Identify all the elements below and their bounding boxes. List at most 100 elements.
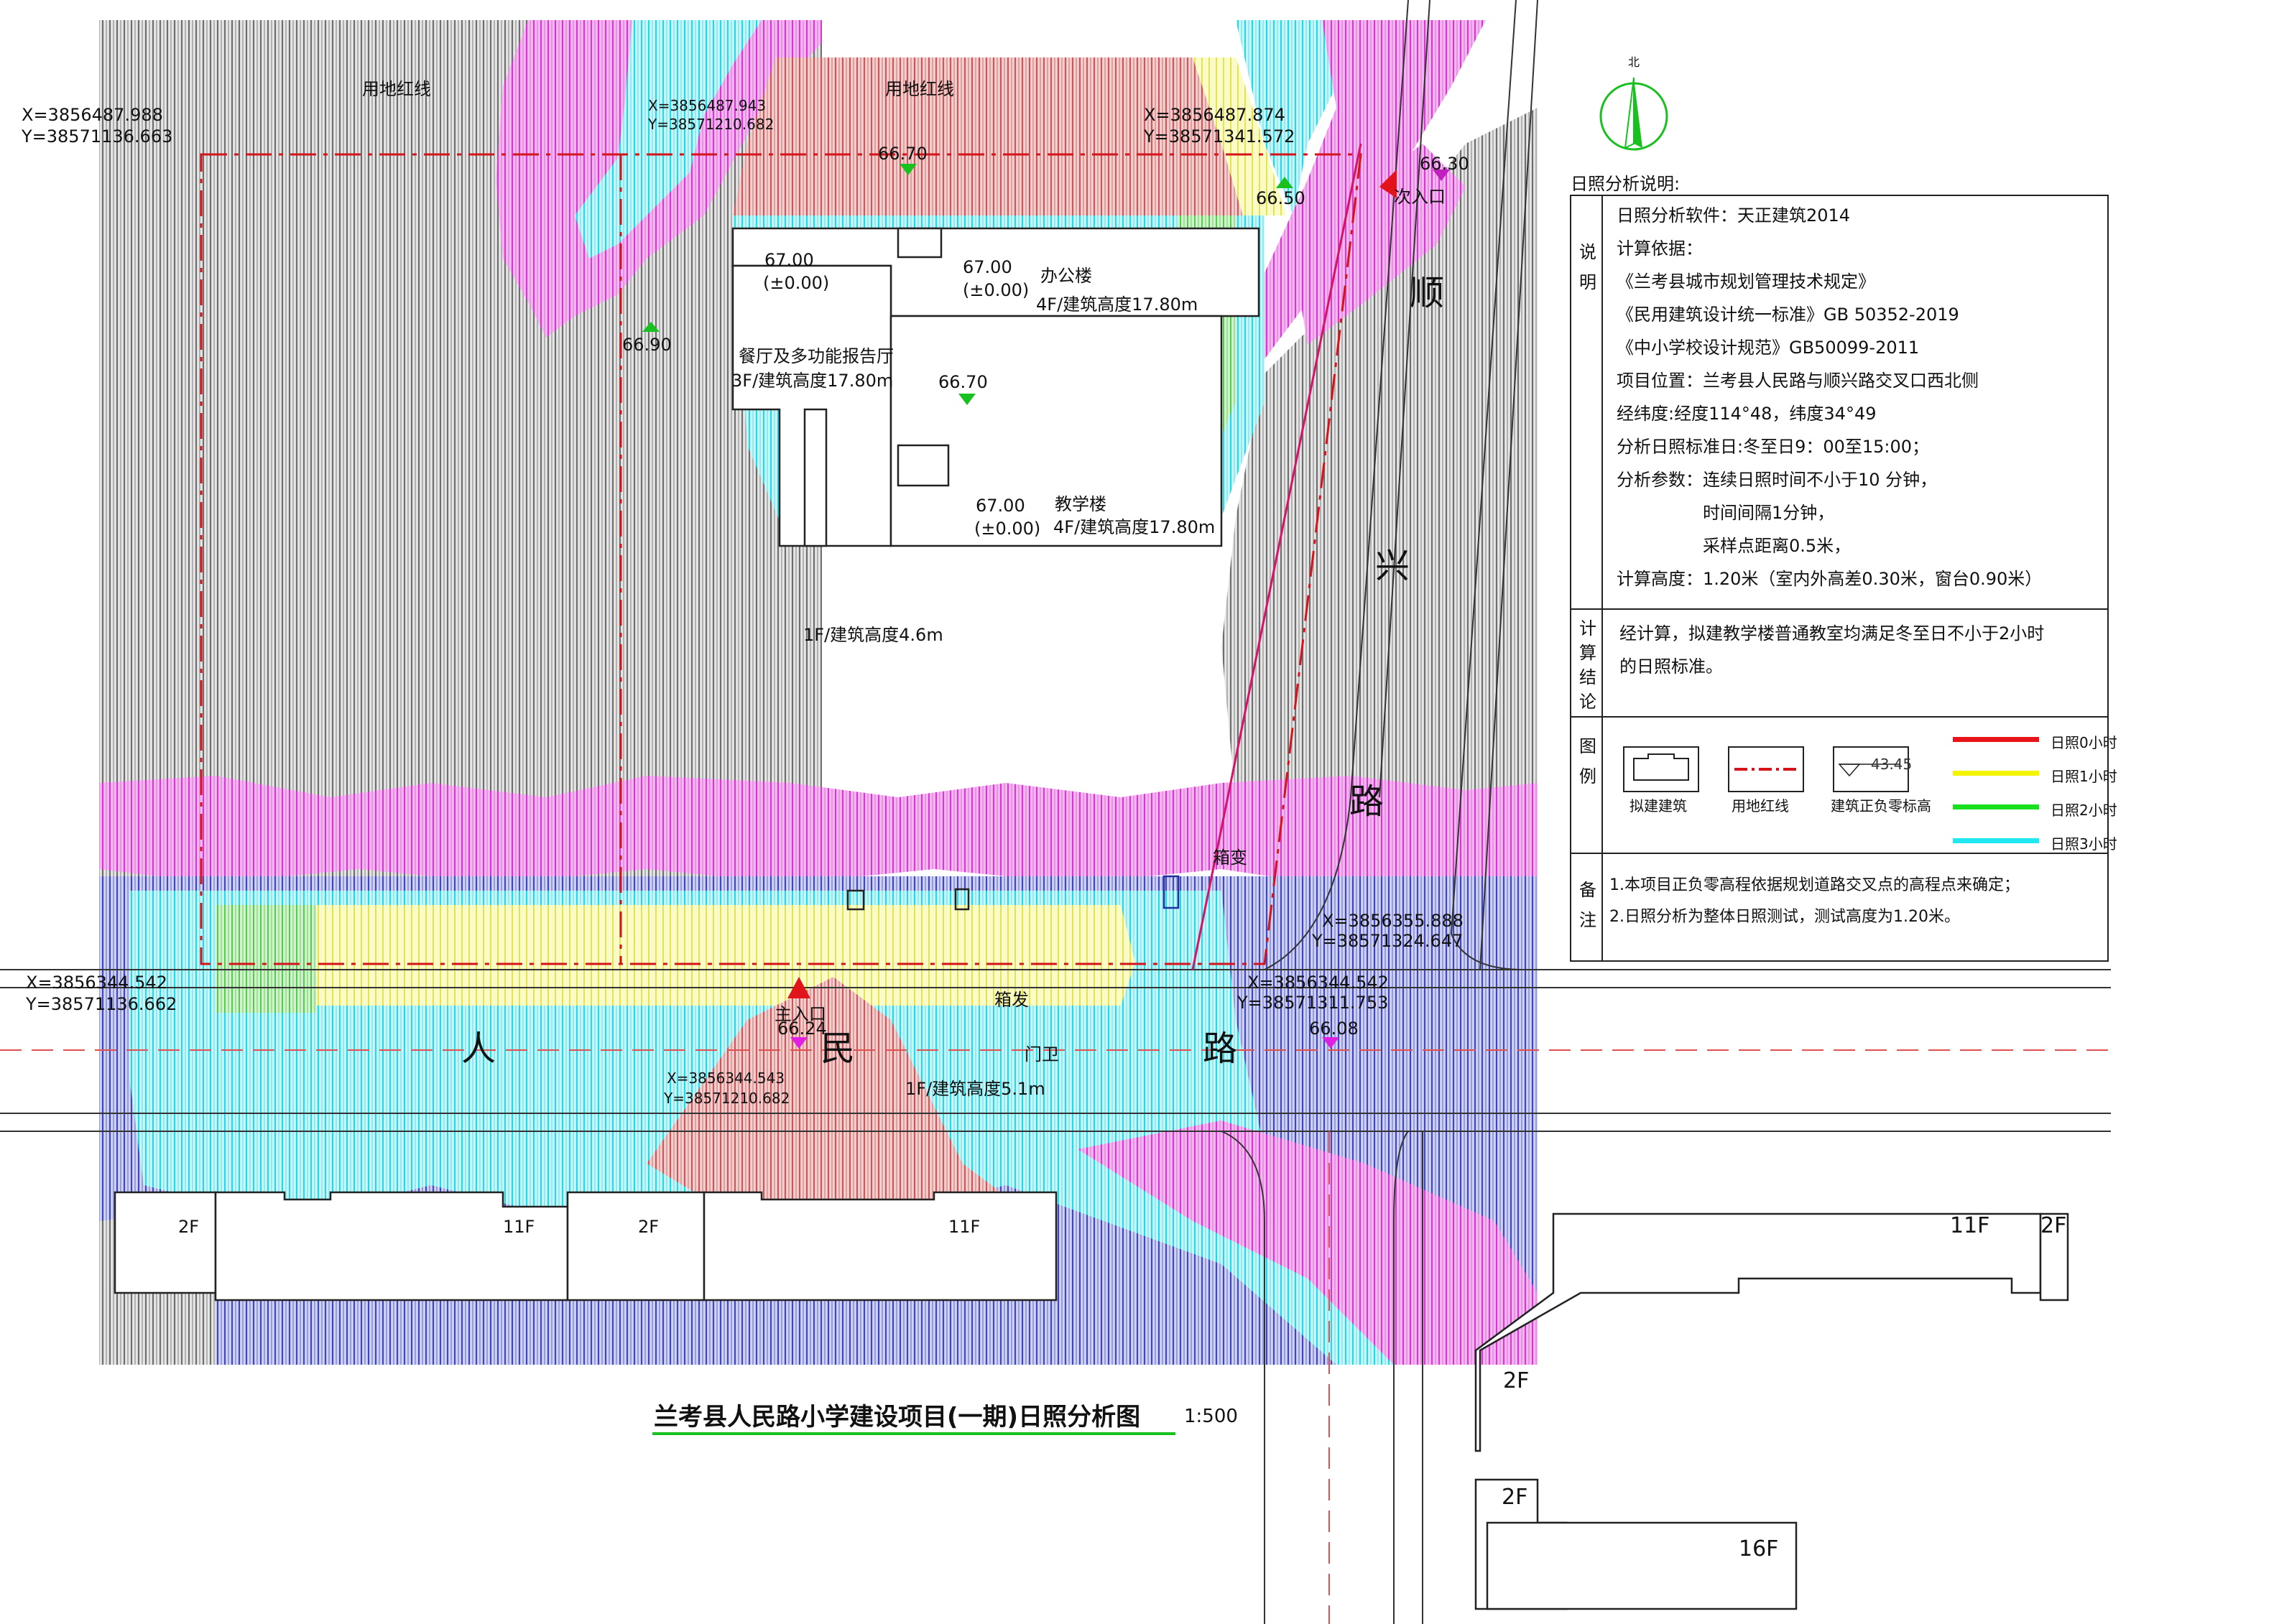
elev-center: 66.70 (938, 372, 988, 392)
entrance-main-label: 主入口 (775, 1004, 826, 1024)
se-building-1 (1474, 1212, 2042, 1452)
coord-e1-y: Y=38571324.647 (1311, 931, 1463, 951)
office-zero: (±0.00) (963, 280, 1029, 300)
coord-e1-x: X=3856355.888 (1322, 911, 1464, 931)
analysis-notes-panel: 日照分析说明: 说明 计算结论 图例 备注 日照分析软件：天正建筑2014 计算… (1569, 164, 2117, 962)
desc-line-1: 日照分析软件：天正建筑2014 (1617, 205, 1851, 226)
legend-building-label: 拟建建筑 (1629, 797, 1687, 815)
title-scale: 1:500 (1184, 1406, 1238, 1427)
desc-line-12: 计算高度：1.20米（室内外高差0.30米，窗台0.90米） (1617, 569, 2043, 589)
legend-elev-label: 建筑正负零标高 (1831, 797, 1931, 815)
hour-swatch-3 (1953, 838, 2039, 843)
floor-se1: 11F (1950, 1213, 1989, 1238)
road-renmin-1: 人 (461, 1029, 496, 1069)
section-legend: 图例 (1579, 736, 1596, 787)
hour-swatch-2 (1953, 804, 2039, 809)
coord-nmid-x: X=3856487.943 (648, 97, 766, 114)
coord-ne-y: Y=38571341.572 (1143, 126, 1295, 147)
coord-ne-x: X=3856487.874 (1144, 105, 1285, 125)
north-label: 北 (1628, 55, 1640, 69)
dining-elev: 67.00 (764, 250, 814, 270)
south-building-2 (214, 1191, 569, 1301)
redline-label-1: 用地红线 (362, 79, 431, 99)
floor-se2: 2F (2040, 1213, 2066, 1238)
coord-sw-x: X=3856344.542 (26, 973, 167, 993)
teaching-name: 教学楼 (1055, 494, 1106, 514)
south-building-1 (114, 1191, 217, 1294)
se-building-4 (1486, 1521, 1798, 1610)
elev-west: 66.90 (622, 335, 672, 355)
section-notes: 备注 (1579, 880, 1596, 930)
hour-swatch-1 (1953, 771, 2039, 776)
entrance-side-label: 次入口 (1394, 187, 1446, 207)
coord-smid-x: X=3856344.543 (667, 1069, 785, 1087)
desc-line-6: 项目位置：兰考县人民路与顺兴路交叉口西北侧 (1617, 371, 1979, 391)
coord-e2-y: Y=38571311.753 (1236, 993, 1388, 1013)
building-detail-2 (803, 408, 828, 547)
floor-se5: 16F (1739, 1536, 1778, 1562)
south-building-3 (566, 1191, 706, 1301)
office-name: 办公楼 (1040, 266, 1092, 286)
section-conclusion: 计算结论 (1579, 618, 1596, 712)
building-detail-3 (897, 227, 943, 259)
desc-line-11: 采样点距离0.5米， (1703, 536, 1852, 556)
dining-name: 餐厅及多功能报告厅 (739, 346, 894, 366)
coord-smid-y: Y=38571210.682 (663, 1090, 790, 1107)
dining-info: 3F/建筑高度17.80m (731, 371, 893, 391)
conclusion-line-1: 经计算，拟建教学楼普通教室均满足冬至日不小于2小时 (1619, 623, 2045, 644)
hour-label-0: 日照0小时 (2051, 734, 2117, 751)
hour-label-2: 日照2小时 (2051, 802, 2117, 819)
desc-line-2: 计算依据： (1617, 238, 1703, 259)
zone-green-south (216, 905, 316, 1013)
single-story-info: 1F/建筑高度4.6m (803, 625, 943, 645)
desc-line-3: 《兰考县城市规划管理技术规定》 (1617, 272, 1875, 292)
floor-s3: 2F (638, 1217, 659, 1237)
coord-nw-y: Y=38571136.663 (21, 126, 172, 147)
elev-top: 66.70 (878, 144, 928, 164)
elev-east: 66.08 (1309, 1019, 1359, 1039)
teaching-zero: (±0.00) (974, 519, 1040, 539)
floor-s1: 2F (178, 1217, 199, 1237)
desc-line-8: 分析日照标准日:冬至日9：00至15:00； (1617, 437, 1930, 457)
coord-e2-x: X=3856344.542 (1247, 973, 1389, 993)
redline-label-2: 用地红线 (885, 79, 954, 99)
office-elev: 67.00 (963, 257, 1012, 277)
gate-info: 1F/建筑高度5.1m (905, 1079, 1045, 1099)
desc-line-10: 时间间隔1分钟， (1703, 503, 1835, 523)
desc-line-7: 经纬度:经度114°48，纬度34°49 (1617, 404, 1877, 424)
panel-heading: 日照分析说明: (1571, 174, 1681, 194)
gate-name: 门卫 (1025, 1044, 1059, 1064)
box-substation-label: 箱变 (1213, 848, 1247, 868)
elev-ne: 66.50 (1256, 188, 1305, 208)
hour-label-1: 日照1小时 (2051, 768, 2117, 785)
road-renmin-2: 民 (820, 1029, 855, 1069)
conclusion-line-2: 的日照标准。 (1619, 656, 1723, 677)
elev-ne-right: 66.30 (1420, 154, 1469, 174)
floor-s4: 11F (948, 1217, 980, 1237)
legend-elev-sample: 43.45 (1871, 756, 1913, 773)
office-info: 4F/建筑高度17.80m (1036, 294, 1198, 315)
road-renmin-3: 路 (1203, 1029, 1237, 1069)
box-substation-label-2: 箱发 (994, 990, 1029, 1010)
floor-s2: 11F (503, 1217, 535, 1237)
desc-line-4: 《民用建筑设计统一标准》GB 50352-2019 (1617, 305, 1959, 325)
page-title: 兰考县人民路小学建设项目(一期)日照分析图 (654, 1403, 1140, 1432)
floor-se3: 2F (1503, 1368, 1529, 1393)
hour-swatch-0 (1953, 737, 2039, 742)
notes-line-1: 1.本项目正负零高程依据规划道路交叉点的高程点来确定； (1609, 876, 2020, 894)
desc-line-9: 分析参数：连续日照时间不小于10 分钟， (1617, 470, 1938, 490)
road-shunxing-3: 路 (1349, 781, 1384, 822)
teaching-info: 4F/建筑高度17.80m (1053, 517, 1215, 537)
road-shunxing-2: 兴 (1375, 546, 1410, 586)
teaching-elev: 67.00 (976, 496, 1025, 516)
building-detail-1 (897, 444, 950, 487)
road-shunxing-1: 顺 (1410, 273, 1444, 313)
hour-label-3: 日照3小时 (2051, 835, 2117, 853)
legend-redline-label: 用地红线 (1732, 797, 1789, 815)
dining-zero: (±0.00) (763, 273, 829, 293)
desc-line-5: 《中小学校设计规范》GB50099-2011 (1617, 338, 1920, 358)
notes-line-2: 2.日照分析为整体日照测试，测试高度为1.20米。 (1609, 908, 1960, 926)
north-arrow: 北 (1599, 55, 1668, 151)
coord-nmid-y: Y=38571210.682 (647, 116, 774, 133)
coord-sw-y: Y=38571136.662 (25, 994, 177, 1014)
